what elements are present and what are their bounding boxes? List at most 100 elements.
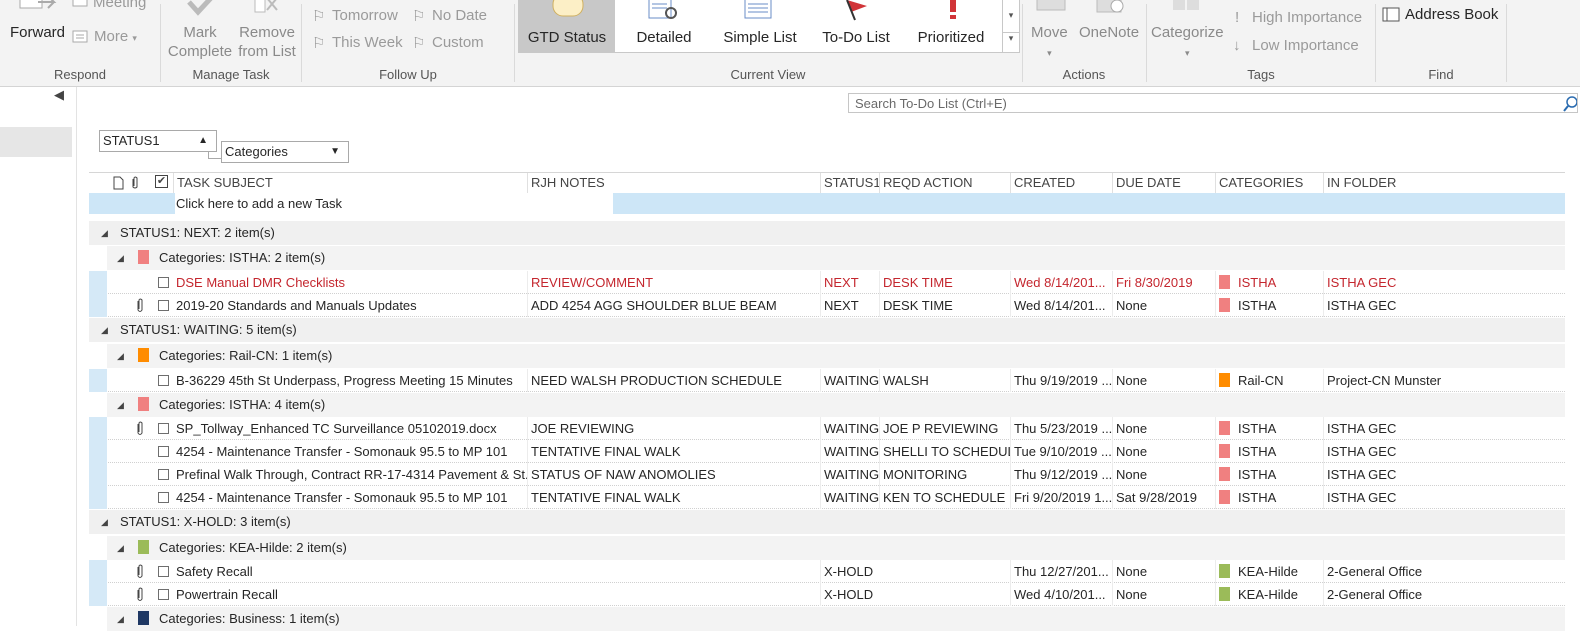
- task-status[interactable]: NEXT: [820, 294, 879, 317]
- task-folder[interactable]: ISTHA GEC: [1323, 294, 1565, 317]
- complete-checkbox[interactable]: [158, 469, 169, 480]
- task-folder[interactable]: ISTHA GEC: [1323, 417, 1565, 440]
- task-notes[interactable]: ADD 4254 AGG SHOULDER BLUE BEAM: [527, 294, 820, 317]
- task-notes[interactable]: REVIEW/COMMENT: [527, 271, 820, 294]
- complete-checkbox[interactable]: [158, 492, 169, 503]
- task-action[interactable]: DESK TIME: [879, 294, 1010, 317]
- complete-checkbox[interactable]: [158, 446, 169, 457]
- complete-checkbox[interactable]: [158, 375, 169, 386]
- task-row[interactable]: 2019-20 Standards and Manuals Updates AD…: [89, 294, 1565, 317]
- collapse-triangle-icon[interactable]: ◢: [117, 246, 124, 270]
- task-due[interactable]: None: [1112, 463, 1215, 486]
- task-created[interactable]: Wed 8/14/201...: [1010, 294, 1112, 317]
- task-created[interactable]: Thu 9/19/2019 ...: [1010, 369, 1112, 392]
- task-folder[interactable]: ISTHA GEC: [1323, 463, 1565, 486]
- task-subject[interactable]: Safety Recall: [173, 560, 527, 583]
- task-created[interactable]: Tue 9/10/2019 ...: [1010, 440, 1112, 463]
- task-notes[interactable]: STATUS OF NAW ANOMOLIES: [527, 463, 820, 486]
- collapse-triangle-icon[interactable]: ◢: [101, 221, 108, 245]
- collapse-triangle-icon[interactable]: ◢: [101, 510, 108, 534]
- onenote-button[interactable]: OneNote: [1079, 23, 1139, 42]
- collapse-triangle-icon[interactable]: ◢: [117, 536, 124, 560]
- complete-checkbox[interactable]: [158, 423, 169, 434]
- col-rjh-notes[interactable]: RJH NOTES: [527, 173, 820, 193]
- task-folder[interactable]: ISTHA GEC: [1323, 440, 1565, 463]
- forward-button[interactable]: Forward: [10, 23, 65, 42]
- task-status[interactable]: WAITING: [820, 440, 879, 463]
- task-row[interactable]: Safety Recall X-HOLD Thu 12/27/201... No…: [89, 560, 1565, 583]
- task-status[interactable]: X-HOLD: [820, 560, 879, 583]
- task-subject[interactable]: DSE Manual DMR Checklists: [173, 271, 527, 294]
- group-header-x-hold[interactable]: ◢ STATUS1: X-HOLD: 3 item(s): [89, 510, 1565, 534]
- task-status[interactable]: WAITING: [820, 417, 879, 440]
- scroll-down-icon[interactable]: ▾: [1003, 10, 1019, 21]
- item-type-icon[interactable]: [113, 176, 125, 190]
- subgroup-header-istha[interactable]: ◢ Categories: ISTHA: 4 item(s): [89, 393, 1565, 417]
- task-row[interactable]: 4254 - Maintenance Transfer - Somonauk 9…: [89, 440, 1565, 463]
- col-reqd-action[interactable]: REQD ACTION: [879, 173, 1010, 193]
- gallery-expand-icon[interactable]: ▾: [1003, 32, 1019, 44]
- task-category[interactable]: ISTHA: [1215, 486, 1323, 509]
- complete-checkbox[interactable]: [158, 277, 169, 288]
- task-category[interactable]: ISTHA: [1215, 271, 1323, 294]
- view-detailed[interactable]: Detailed: [619, 0, 709, 52]
- collapse-triangle-icon[interactable]: ◢: [101, 318, 108, 342]
- task-action[interactable]: JOE P REVIEWING: [879, 417, 1010, 440]
- task-row[interactable]: SP_Tollway_Enhanced TC Surveillance 0510…: [89, 417, 1565, 440]
- task-subject[interactable]: Prefinal Walk Through, Contract RR-17-43…: [173, 463, 527, 486]
- task-created[interactable]: Wed 4/10/201...: [1010, 583, 1112, 606]
- new-task-row[interactable]: Click here to add a new Task: [89, 193, 1565, 214]
- task-created[interactable]: Thu 5/23/2019 ...: [1010, 417, 1112, 440]
- complete-header-checkbox[interactable]: ✔: [155, 175, 168, 188]
- task-row[interactable]: DSE Manual DMR Checklists REVIEW/COMMENT…: [89, 271, 1565, 294]
- view-simple-list[interactable]: Simple List: [715, 0, 805, 52]
- task-due[interactable]: None: [1112, 294, 1215, 317]
- task-category[interactable]: KEA-Hilde: [1215, 560, 1323, 583]
- task-category[interactable]: ISTHA: [1215, 294, 1323, 317]
- task-notes[interactable]: JOE REVIEWING: [527, 417, 820, 440]
- subgroup-header-rail-cn[interactable]: ◢ Categories: Rail-CN: 1 item(s): [89, 344, 1565, 368]
- move-button[interactable]: Move ▾: [1031, 23, 1068, 63]
- task-action[interactable]: SHELLI TO SCHEDULE: [879, 440, 1010, 463]
- collapse-triangle-icon[interactable]: ◢: [117, 607, 124, 631]
- more-button[interactable]: More ▾: [94, 28, 137, 45]
- complete-checkbox[interactable]: [158, 589, 169, 600]
- task-due[interactable]: None: [1112, 440, 1215, 463]
- view-todo-list[interactable]: To-Do List: [811, 0, 901, 52]
- col-task-subject[interactable]: TASK SUBJECT: [173, 173, 527, 193]
- task-created[interactable]: Wed 8/14/201...: [1010, 271, 1112, 294]
- col-status1[interactable]: STATUS1: [820, 173, 881, 193]
- task-subject[interactable]: Powertrain Recall: [173, 583, 527, 606]
- task-action[interactable]: WALSH: [879, 369, 1010, 392]
- search-icon[interactable]: [1563, 96, 1577, 112]
- task-due[interactable]: Fri 8/30/2019: [1112, 271, 1215, 294]
- task-row[interactable]: B-36229 45th St Underpass, Progress Meet…: [89, 369, 1565, 392]
- task-action[interactable]: MONITORING: [879, 463, 1010, 486]
- task-folder[interactable]: Project-CN Munster: [1323, 369, 1565, 392]
- task-notes[interactable]: TENTATIVE FINAL WALK: [527, 486, 820, 509]
- task-subject[interactable]: B-36229 45th St Underpass, Progress Meet…: [173, 369, 527, 392]
- group-by-categories[interactable]: Categories ▼: [221, 141, 349, 163]
- subgroup-header-business[interactable]: ◢ Categories: Business: 1 item(s): [89, 607, 1565, 631]
- task-due[interactable]: None: [1112, 369, 1215, 392]
- task-row[interactable]: Powertrain Recall X-HOLD Wed 4/10/201...…: [89, 583, 1565, 606]
- custom-button[interactable]: Custom: [432, 34, 484, 51]
- mark-complete-button[interactable]: Mark Complete: [165, 23, 235, 61]
- meeting-button[interactable]: Meeting: [93, 0, 146, 11]
- gallery-scroll[interactable]: ▾ ▾: [1002, 0, 1019, 52]
- group-by-status1[interactable]: STATUS1 ▲: [99, 130, 217, 152]
- task-action[interactable]: DESK TIME: [879, 271, 1010, 294]
- subgroup-header-istha[interactable]: ◢ Categories: ISTHA: 2 item(s): [89, 246, 1565, 270]
- complete-checkbox[interactable]: [158, 566, 169, 577]
- remove-from-list-button[interactable]: Remove from List: [233, 23, 301, 61]
- task-status[interactable]: WAITING: [820, 486, 879, 509]
- task-created[interactable]: Thu 9/12/2019 ...: [1010, 463, 1112, 486]
- search-input[interactable]: Search To-Do List (Ctrl+E): [848, 93, 1578, 113]
- collapse-triangle-icon[interactable]: ◢: [117, 393, 124, 417]
- task-status[interactable]: WAITING: [820, 463, 879, 486]
- high-importance-button[interactable]: High Importance: [1252, 9, 1362, 26]
- selected-folder[interactable]: [0, 127, 72, 157]
- attachment-header-icon[interactable]: [130, 176, 140, 190]
- complete-checkbox[interactable]: [158, 300, 169, 311]
- task-folder[interactable]: ISTHA GEC: [1323, 486, 1565, 509]
